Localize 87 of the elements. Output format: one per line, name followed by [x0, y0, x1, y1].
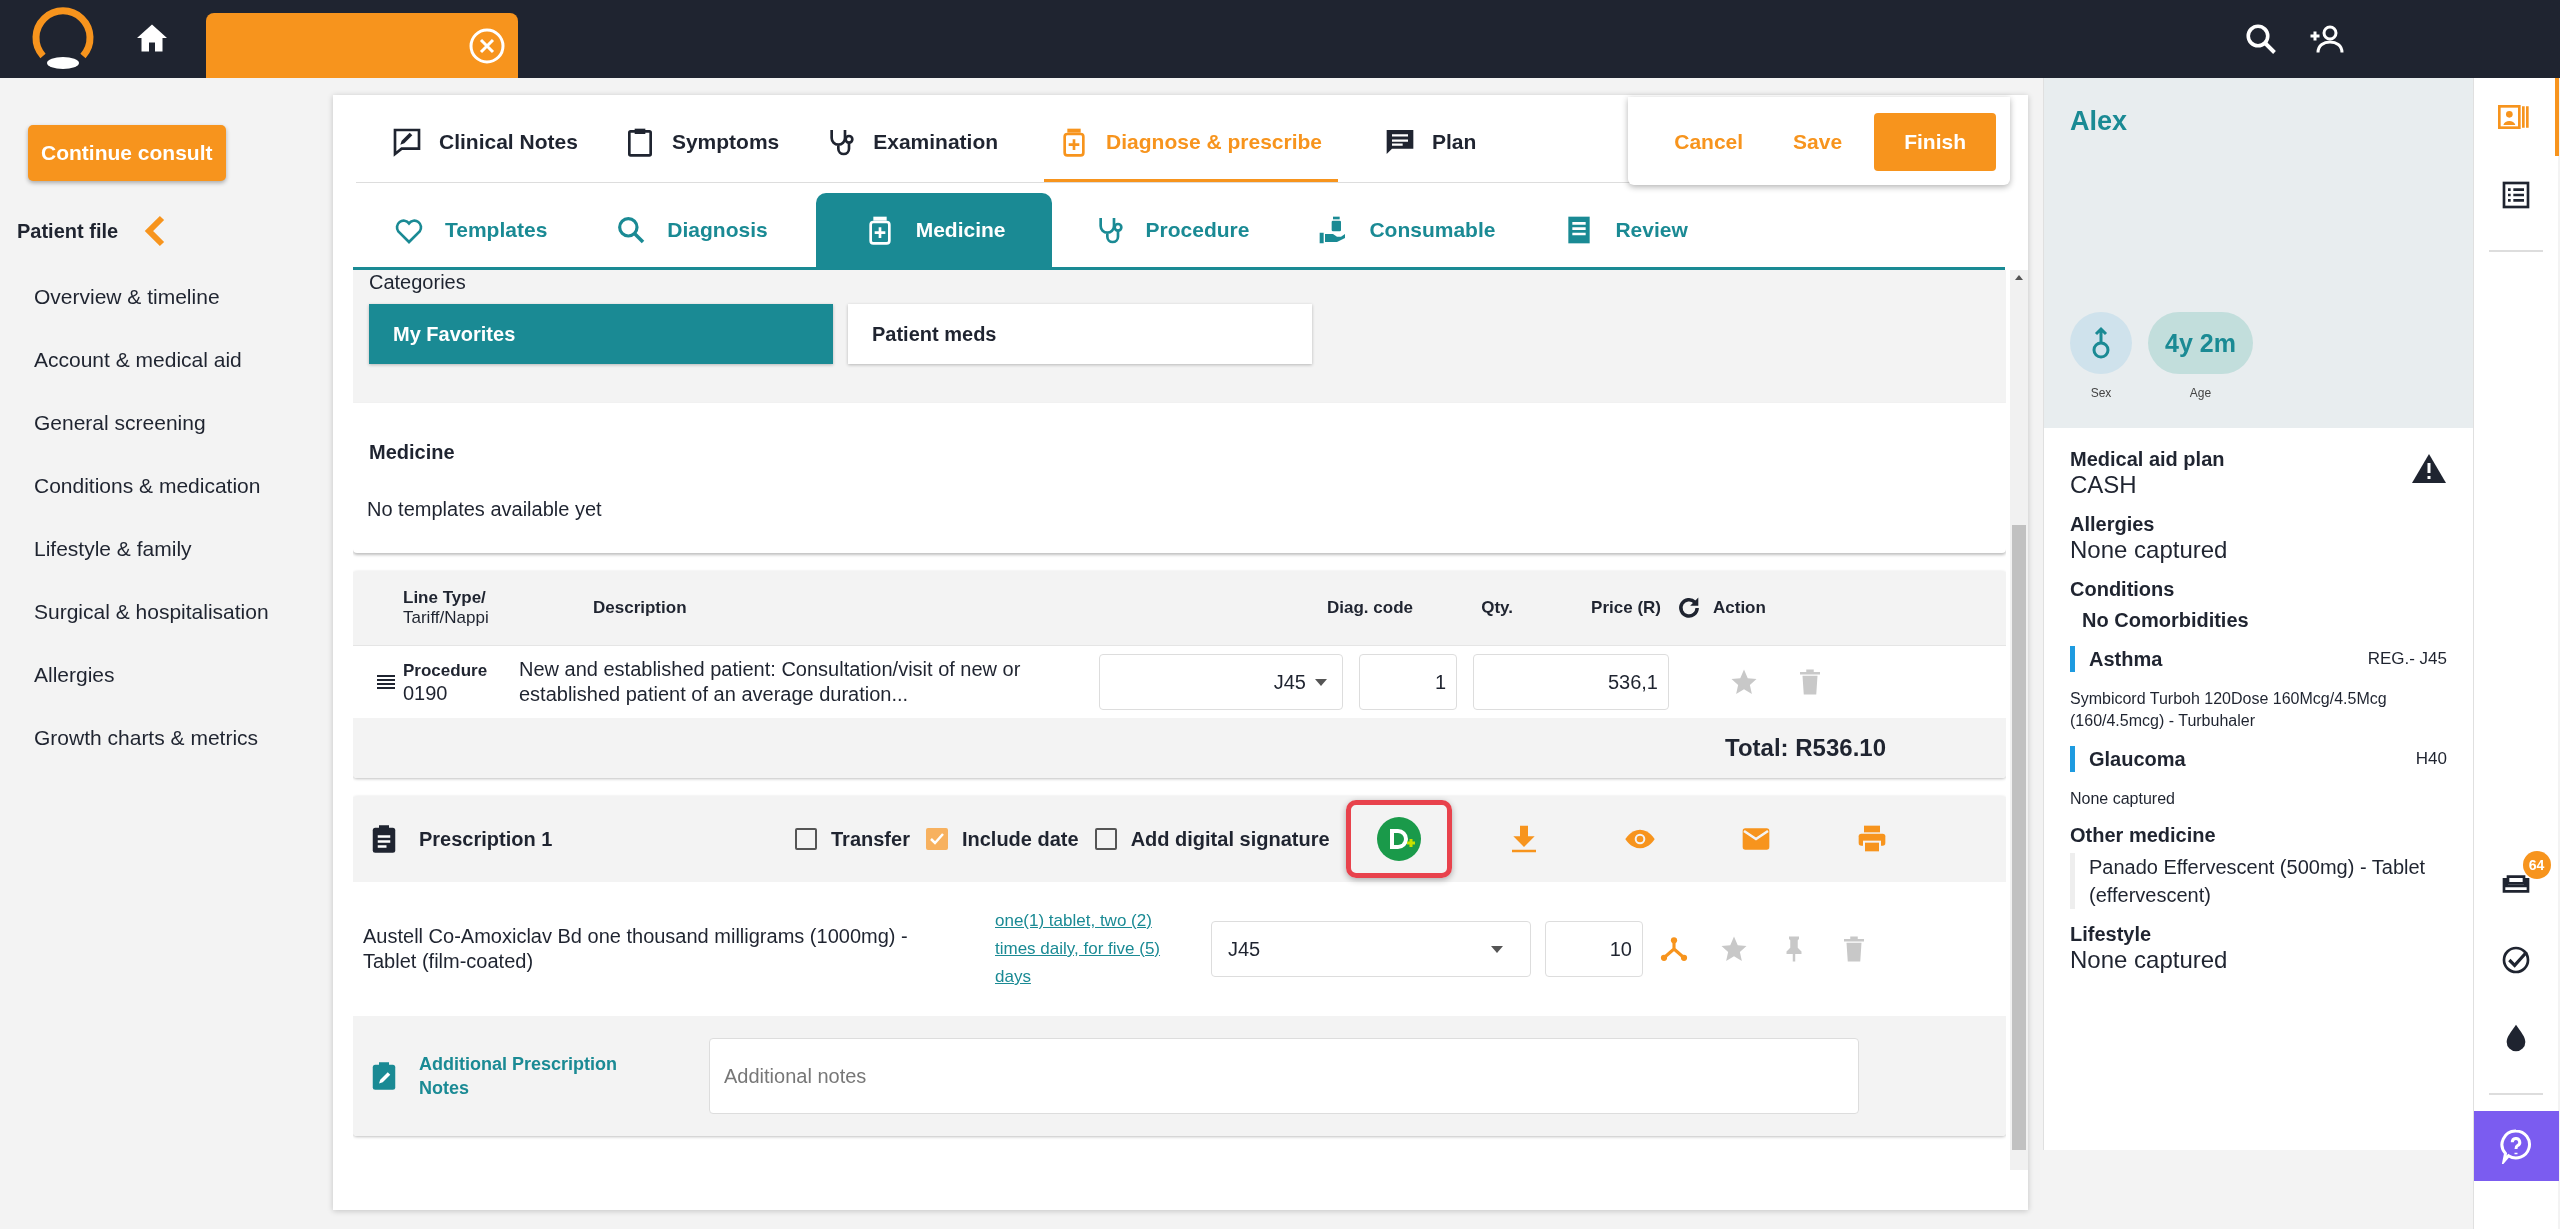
tab[interactable]: Clinical Notes [391, 112, 578, 182]
diag-code-select[interactable]: J45 [1099, 654, 1343, 710]
column-header: Qty. [1480, 598, 1514, 618]
checkbox[interactable] [795, 828, 817, 850]
directions-link[interactable]: one(1) tablet, two (2) times daily, for five (5) days [995, 907, 1195, 991]
column-header: Action [1713, 598, 1767, 618]
diag-code-select[interactable]: J45 [1211, 921, 1531, 977]
category-button[interactable]: My Favorites [369, 304, 833, 364]
condition-name: Asthma [2089, 647, 2163, 671]
column-header: Description [593, 598, 688, 618]
drag-handle-icon[interactable] [377, 674, 395, 690]
column-header: Diag. code [1326, 598, 1414, 618]
section-title: Other medicine [2070, 824, 2216, 847]
section-value: None captured [2070, 946, 2228, 974]
price-field[interactable]: 536,1 [1473, 654, 1669, 710]
medicine-name: Austell Co-Amoxiclav Bd one thousand milligrams (1000mg) - Tablet (film-coated) [363, 924, 909, 974]
count-badge: 64 [2522, 851, 2551, 879]
condition-name: Glaucoma [2089, 747, 2186, 771]
patient-name: Alex [2070, 106, 2129, 137]
description-cell-text: New and established patient: Consultation/visit of new or established patient of an average duration... [519, 657, 1022, 707]
section-title: Medical aid plan [2070, 448, 2225, 471]
sidebar-link[interactable]: Conditions & medication [34, 473, 261, 498]
logo-icon [30, 6, 96, 72]
tab[interactable]: Procedure [1073, 193, 1280, 267]
chip-label: Sex [2090, 386, 2112, 400]
medicine-item: Panado Effervescent (500mg) - Tablet (effervescent) [2070, 853, 2447, 909]
age-chip: 4y 2m [2148, 312, 2253, 374]
sidebar-link[interactable]: Lifestyle & family [34, 536, 192, 561]
tab[interactable]: Consumable [1297, 193, 1526, 267]
dispense-logo-icon[interactable] [1375, 816, 1422, 862]
checkbox[interactable] [1094, 828, 1117, 850]
prescription-title: Prescription 1 [419, 827, 554, 851]
sidebar-link[interactable]: General screening [34, 410, 206, 435]
sidebar-link[interactable]: Surgical & hospitalisation [34, 599, 269, 624]
tab[interactable]: Examination [825, 112, 999, 182]
condition-marker [2070, 646, 2075, 672]
qty-field[interactable]: 10 [1545, 921, 1643, 977]
tab[interactable]: Diagnosis [595, 193, 798, 267]
warning-icon [2411, 452, 2447, 484]
list-icon [2500, 179, 2532, 211]
condition-medicine: None captured [2070, 789, 2176, 809]
section-title: Medicine [369, 441, 456, 464]
total-text: Total: R536.10 [1725, 734, 1886, 762]
section-title: Lifestyle [2070, 923, 2153, 946]
split-icon[interactable] [1659, 934, 1689, 964]
section-title: Patient file [17, 219, 119, 243]
caret-icon [1314, 677, 1328, 687]
sidebar-link[interactable]: Growth charts & metrics [34, 725, 259, 750]
sidebar-link[interactable]: Overview & timeline [34, 284, 220, 309]
sidebar-link[interactable]: Account & medical aid [34, 347, 242, 372]
section-title: Categories [369, 270, 467, 294]
tab[interactable]: Medicine [815, 193, 1052, 267]
condition-medicine: Symbicord Turboh 120Dose 160Mcg/4.5Mcg (160/4.5mcg) - Turbuhaler [2070, 689, 2388, 731]
category-button[interactable]: Patient meds [848, 304, 1312, 364]
section-value: CASH [2070, 471, 2138, 499]
sidebar-link[interactable]: Allergies [34, 662, 115, 687]
notes-field[interactable]: Additional notes [709, 1038, 1859, 1114]
empty-message: No templates available yet [367, 498, 603, 521]
section-title: Allergies [2070, 513, 2156, 536]
checkbox-option[interactable]: Add digital signature [1094, 827, 1330, 851]
column-header: Line Type/ Tariff/Nappi [403, 588, 490, 628]
section-value: None captured [2070, 536, 2228, 564]
checkbox-option[interactable]: Include date [925, 827, 1079, 851]
tab[interactable]: Review [1543, 193, 1718, 267]
tab[interactable]: Symptoms [623, 112, 780, 182]
check-circle-icon [2500, 944, 2532, 976]
chevron-left-icon[interactable] [144, 215, 167, 247]
line-type-cell-text: Procedure 0190 [403, 660, 489, 704]
condition-marker [2070, 746, 2075, 772]
chip-label: Age [2189, 386, 2212, 400]
tab[interactable]: Templates [373, 193, 578, 267]
notes-label: Additional Prescription Notes [419, 1053, 619, 1100]
help-button[interactable] [2473, 1111, 2559, 1181]
condition-note: No Comorbidities [2082, 609, 2250, 632]
caret-icon [1490, 944, 1504, 954]
section-title: Conditions [2070, 578, 2175, 601]
column-header: Price (R) [1591, 598, 1661, 618]
tab[interactable]: Plan [1384, 112, 1477, 182]
checkbox-option[interactable]: Transfer [795, 827, 910, 851]
scrollbar[interactable] [2010, 270, 2028, 1170]
checkbox[interactable] [925, 828, 948, 850]
condition-code: REG.- J45 [2367, 649, 2447, 669]
condition-code: H40 [2415, 749, 2447, 769]
close-icon[interactable] [468, 26, 506, 65]
qty-field[interactable]: 1 [1359, 654, 1457, 710]
open-tab[interactable] [206, 13, 518, 78]
help-icon [2498, 1128, 2534, 1164]
